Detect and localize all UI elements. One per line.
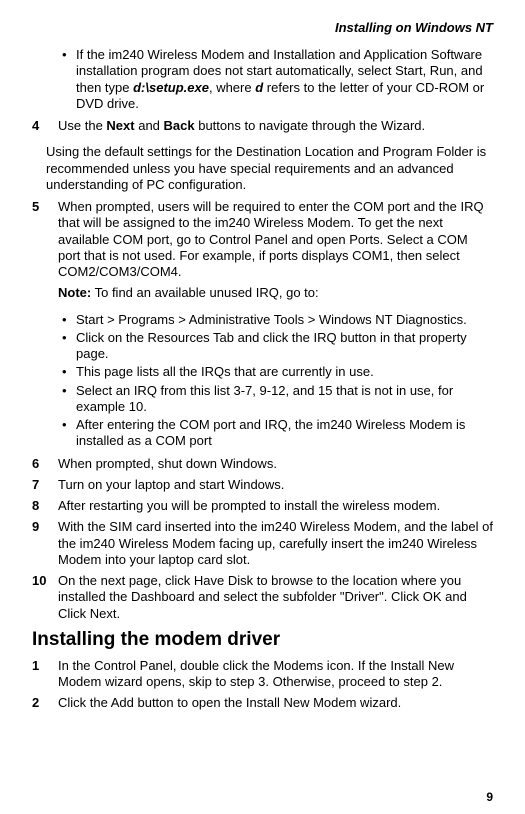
list-item: • After entering the COM port and IRQ, t… [62,417,493,450]
bullet-group-b: • Start > Programs > Administrative Tool… [32,312,493,450]
step-body: Click the Add button to open the Install… [58,695,493,711]
list-item: • Select an IRQ from this list 3-7, 9-12… [62,383,493,416]
bullet-text: Start > Programs > Administrative Tools … [76,312,493,328]
text: , where [209,80,255,95]
list-item: • Click on the Resources Tab and click t… [62,330,493,363]
driver-step-1: 1 In the Control Panel, double click the… [32,658,493,691]
list-item: • If the im240 Wireless Modem and Instal… [62,47,493,112]
step-7: 7 Turn on your laptop and start Windows. [32,477,493,493]
bullet-text: If the im240 Wireless Modem and Installa… [76,47,493,112]
bullet-group-a: • If the im240 Wireless Modem and Instal… [32,47,493,112]
step-body: After restarting you will be prompted to… [58,498,493,514]
note-text: To find an available unused IRQ, go to: [91,285,318,300]
bullet-dot: • [62,364,76,380]
step-number: 5 [32,199,58,307]
page-header: Installing on Windows NT [32,20,493,35]
list-item: • Start > Programs > Administrative Tool… [62,312,493,328]
step-10: 10 On the next page, click Have Disk to … [32,573,493,622]
step-9: 9 With the SIM card inserted into the im… [32,519,493,568]
bullet-dot: • [62,330,76,363]
step-number: 2 [32,695,58,711]
note-label: Note: [58,285,91,300]
text: buttons to navigate through the Wizard. [195,118,426,133]
step-body: When prompted, shut down Windows. [58,456,493,472]
step-body: Turn on your laptop and start Windows. [58,477,493,493]
step-number: 8 [32,498,58,514]
text: Use the [58,118,106,133]
step-number: 9 [32,519,58,568]
bullet-text: This page lists all the IRQs that are cu… [76,364,493,380]
text-bold: d [255,80,263,95]
step-number: 4 [32,118,58,139]
text-bold: Back [164,118,195,133]
bullet-dot: • [62,417,76,450]
step-body: Use the Next and Back buttons to navigat… [58,118,493,139]
step-body: On the next page, click Have Disk to bro… [58,573,493,622]
step-body: In the Control Panel, double click the M… [58,658,493,691]
step-4: 4 Use the Next and Back buttons to navig… [32,118,493,139]
text: and [135,118,164,133]
step-number: 1 [32,658,58,691]
step-body: When prompted, users will be required to… [58,199,493,307]
step-number: 7 [32,477,58,493]
text: When prompted, users will be required to… [58,199,493,280]
page-content: • If the im240 Wireless Modem and Instal… [32,47,493,711]
step-5: 5 When prompted, users will be required … [32,199,493,307]
step-number: 6 [32,456,58,472]
bullet-dot: • [62,312,76,328]
driver-step-2: 2 Click the Add button to open the Insta… [32,695,493,711]
bullet-dot: • [62,383,76,416]
step-6: 6 When prompted, shut down Windows. [32,456,493,472]
heading-installing-modem-driver: Installing the modem driver [32,628,493,652]
text-bold: d:\setup.exe [133,80,209,95]
step-8: 8 After restarting you will be prompted … [32,498,493,514]
text-bold: Next [106,118,134,133]
bullet-dot: • [62,47,76,112]
step-number: 10 [32,573,58,622]
bullet-text: Click on the Resources Tab and click the… [76,330,493,363]
step-4-para: Using the default settings for the Desti… [46,144,493,193]
step-body: With the SIM card inserted into the im24… [58,519,493,568]
bullet-text: After entering the COM port and IRQ, the… [76,417,493,450]
bullet-text: Select an IRQ from this list 3-7, 9-12, … [76,383,493,416]
page-number: 9 [486,790,493,804]
list-item: • This page lists all the IRQs that are … [62,364,493,380]
